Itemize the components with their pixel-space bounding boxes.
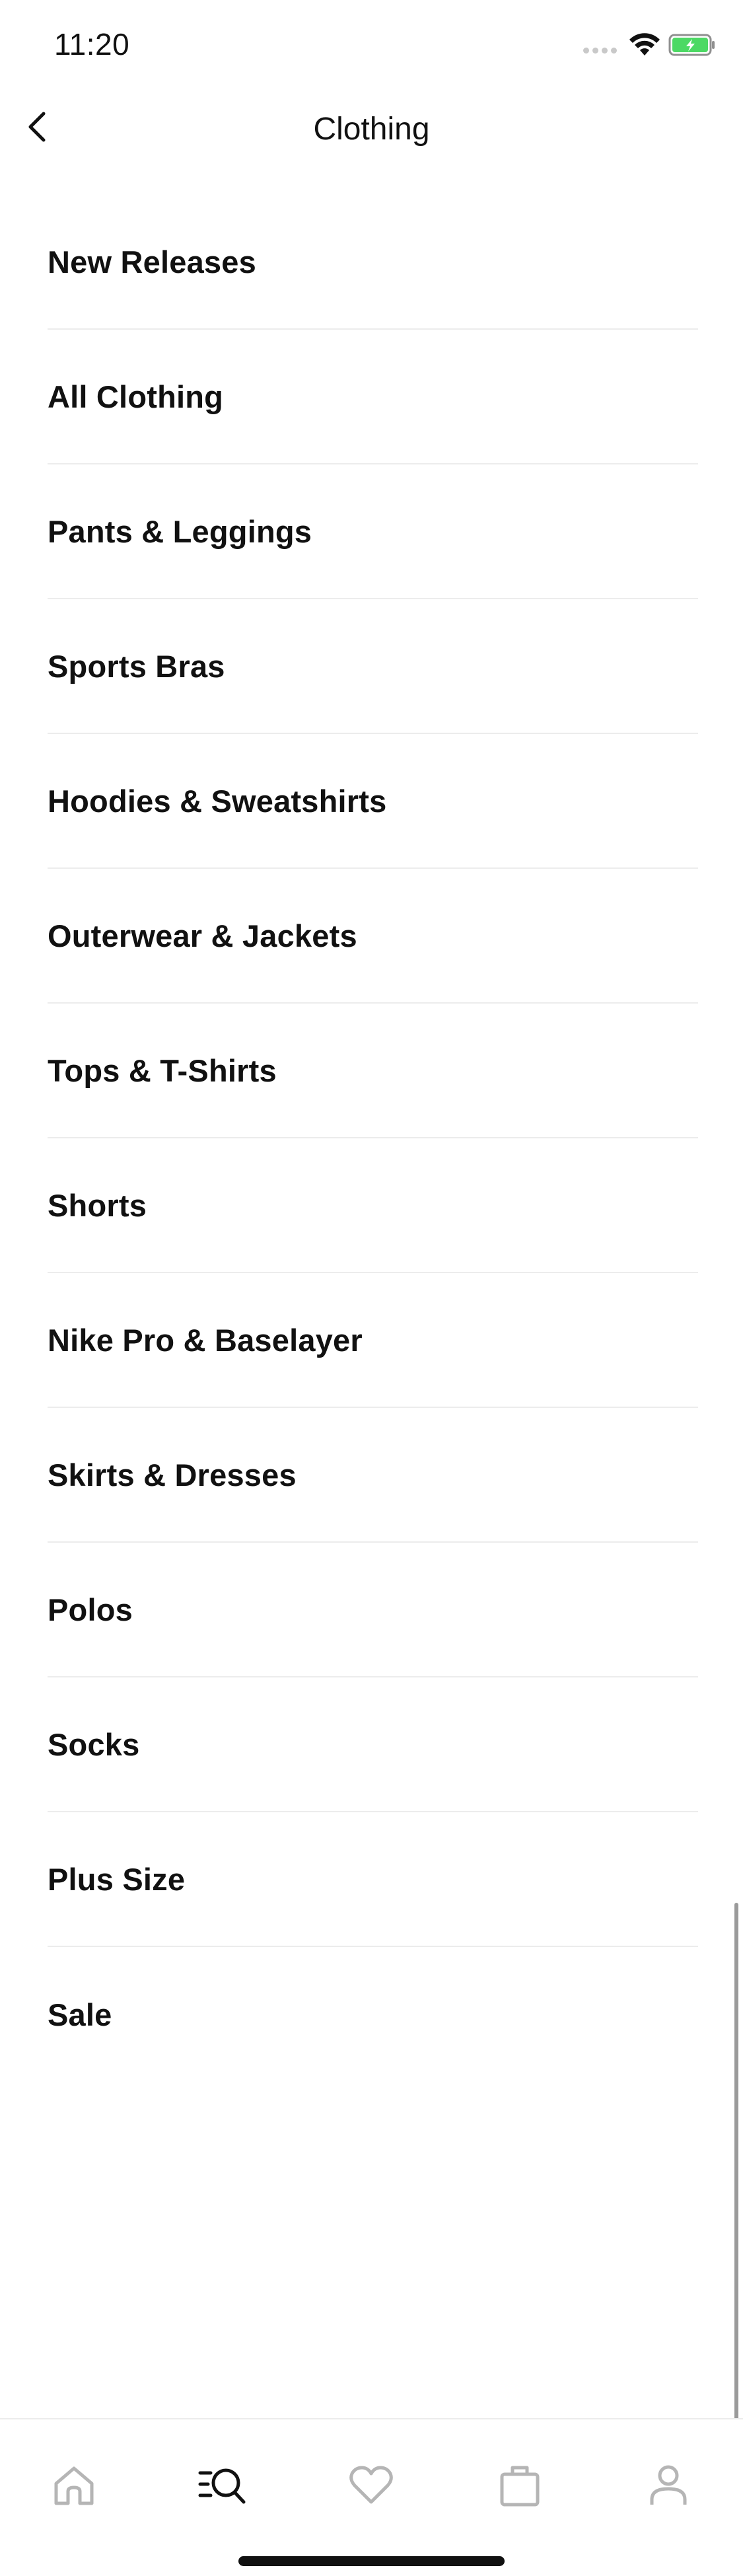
category-item-tops-tshirts[interactable]: Tops & T-Shirts bbox=[48, 1004, 698, 1138]
category-label: Pants & Leggings bbox=[48, 513, 312, 549]
search-icon bbox=[198, 2468, 246, 2504]
navigation-header: Clothing bbox=[0, 87, 743, 180]
wifi-icon bbox=[629, 33, 660, 55]
status-bar: 11:20 bbox=[0, 0, 743, 87]
category-item-hoodies-sweatshirts[interactable]: Hoodies & Sweatshirts bbox=[48, 734, 698, 869]
heart-icon bbox=[349, 2466, 393, 2504]
home-icon bbox=[54, 2466, 94, 2505]
bag-icon bbox=[500, 2466, 540, 2507]
category-label: Polos bbox=[48, 1592, 133, 1627]
category-label: Plus Size bbox=[48, 1861, 186, 1897]
profile-icon bbox=[650, 2465, 687, 2505]
category-label: Outerwear & Jackets bbox=[48, 918, 357, 953]
category-label: Shorts bbox=[48, 1187, 147, 1223]
category-label: Sports Bras bbox=[48, 648, 225, 684]
category-label: New Releases bbox=[48, 244, 256, 279]
category-label: All Clothing bbox=[48, 379, 224, 414]
category-item-outerwear-jackets[interactable]: Outerwear & Jackets bbox=[48, 869, 698, 1004]
tab-bag[interactable] bbox=[487, 2452, 553, 2519]
page-title: Clothing bbox=[313, 112, 430, 147]
category-label: Sale bbox=[48, 1997, 112, 2032]
category-label: Nike Pro & Baselayer bbox=[48, 1322, 363, 1358]
tab-favorites[interactable] bbox=[338, 2452, 404, 2519]
category-item-plus-size[interactable]: Plus Size bbox=[48, 1812, 698, 1947]
tab-profile[interactable] bbox=[635, 2452, 701, 2519]
category-item-skirts-dresses[interactable]: Skirts & Dresses bbox=[48, 1408, 698, 1543]
category-label: Skirts & Dresses bbox=[48, 1457, 297, 1492]
category-label: Socks bbox=[48, 1726, 140, 1762]
category-item-polos[interactable]: Polos bbox=[48, 1543, 698, 1677]
tab-shop[interactable] bbox=[190, 2452, 256, 2519]
category-label: Tops & T-Shirts bbox=[48, 1052, 277, 1088]
category-item-sports-bras[interactable]: Sports Bras bbox=[48, 599, 698, 734]
category-list: New Releases All Clothing Pants & Leggin… bbox=[48, 195, 698, 2082]
status-time: 11:20 bbox=[54, 27, 130, 61]
category-item-nike-pro-baselayer[interactable]: Nike Pro & Baselayer bbox=[48, 1273, 698, 1408]
category-item-new-releases[interactable]: New Releases bbox=[48, 195, 698, 330]
tab-home[interactable] bbox=[41, 2452, 107, 2519]
cellular-signal-icon bbox=[583, 48, 618, 54]
scrollbar[interactable] bbox=[734, 1903, 738, 2421]
category-label: Hoodies & Sweatshirts bbox=[48, 783, 387, 819]
home-indicator bbox=[238, 2556, 505, 2566]
category-item-shorts[interactable]: Shorts bbox=[48, 1138, 698, 1273]
category-item-socks[interactable]: Socks bbox=[48, 1677, 698, 1812]
category-item-all-clothing[interactable]: All Clothing bbox=[48, 330, 698, 464]
category-item-sale[interactable]: Sale bbox=[48, 1947, 698, 2082]
battery-icon bbox=[668, 34, 715, 56]
tab-bar bbox=[0, 2418, 743, 2576]
category-item-pants-leggings[interactable]: Pants & Leggings bbox=[48, 464, 698, 599]
